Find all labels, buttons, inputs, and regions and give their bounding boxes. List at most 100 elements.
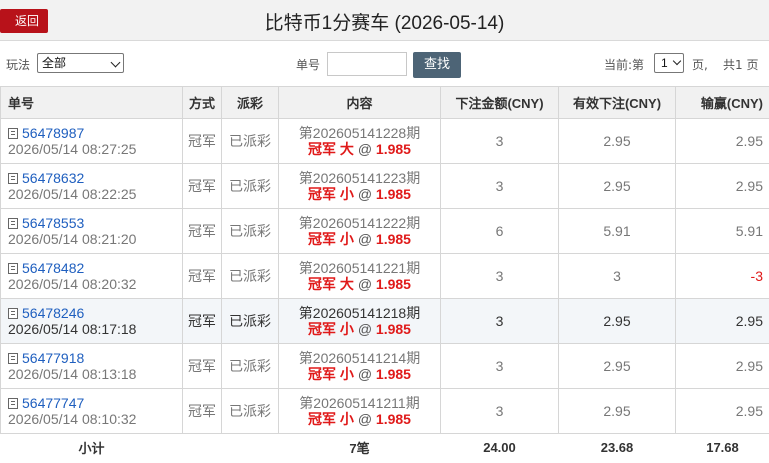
bet-selection: 冠军 小 [308, 321, 354, 337]
payout-cell: 已派彩 [221, 388, 279, 434]
chevron-down-icon [110, 57, 121, 68]
bet-records-table: 单号 方式 派彩 内容 下注金额(CNY) 有效下注(CNY) 输赢(CNY) … [0, 86, 769, 462]
table-row: 56478632 2026/05/14 08:22:25 冠军 已派彩 第2026051… [0, 163, 769, 209]
play-type-select[interactable]: 全部 [37, 53, 124, 73]
at-symbol: @ [357, 411, 373, 427]
bet-selection: 冠军 小 [308, 186, 354, 202]
method-cell: 冠军 [182, 118, 222, 164]
bet-amount-cell: 3 [440, 388, 559, 434]
order-number-link[interactable]: 56478246 [22, 305, 84, 321]
content-cell: 第202605141223期 冠军 小 @ 1.985 [278, 163, 441, 209]
subtotal-count: 7笔 [278, 433, 441, 462]
order-cell: 56477918 2026/05/14 08:13:18 [0, 343, 183, 389]
order-number-link[interactable]: 56478482 [22, 260, 84, 276]
content-cell: 第202605141222期 冠军 小 @ 1.985 [278, 208, 441, 254]
table-row: 56478987 2026/05/14 08:27:25 冠军 已派彩 第2026051… [0, 118, 769, 164]
issue-number: 第202605141228期 [298, 125, 421, 141]
win-loss-cell: 2.95 [675, 298, 769, 344]
valid-bet-cell: 2.95 [558, 343, 676, 389]
total-pages-label: 共1 页 [723, 58, 759, 72]
win-loss-cell: -3 [675, 253, 769, 299]
order-cell: 56478987 2026/05/14 08:27:25 [0, 118, 183, 164]
bet-detail: 冠军 大 @ 1.985 [279, 141, 440, 157]
col-header-content: 内容 [278, 86, 441, 119]
at-symbol: @ [357, 366, 373, 382]
chevron-down-icon [672, 56, 682, 66]
subtotal-label: 小计 [0, 433, 183, 462]
bet-amount-cell: 3 [440, 253, 559, 299]
odds-value: 1.985 [375, 276, 411, 292]
col-header-bet-amount: 下注金额(CNY) [440, 86, 559, 119]
odds-value: 1.985 [375, 231, 411, 247]
bet-selection: 冠军 大 [308, 276, 354, 292]
issue-number: 第202605141218期 [298, 305, 421, 321]
method-cell: 冠军 [182, 298, 222, 344]
win-loss-cell: 2.95 [675, 118, 769, 164]
order-number-link[interactable]: 56478553 [22, 215, 84, 231]
table-row: 56478246 2026/05/14 08:17:18 冠军 已派彩 第2026051… [0, 298, 769, 344]
play-type-label: 玩法 [6, 58, 31, 72]
odds-value: 1.985 [375, 141, 411, 157]
order-time: 2026/05/14 08:22:25 [8, 186, 137, 202]
order-number-link[interactable]: 56478632 [22, 170, 84, 186]
search-button[interactable]: 查找 [413, 52, 461, 78]
bet-selection: 冠军 小 [308, 366, 354, 382]
subtotal-bet-amount: 24.00 [440, 433, 559, 462]
table-header-row: 单号 方式 派彩 内容 下注金额(CNY) 有效下注(CNY) 输赢(CNY) [0, 86, 769, 119]
bet-detail: 冠军 小 @ 1.985 [279, 366, 440, 382]
odds-value: 1.985 [375, 186, 411, 202]
method-cell: 冠军 [182, 388, 222, 434]
bet-detail: 冠军 小 @ 1.985 [279, 231, 440, 247]
odds-value: 1.985 [375, 321, 411, 337]
table-row: 56478553 2026/05/14 08:21:20 冠军 已派彩 第2026051… [0, 208, 769, 254]
payout-cell: 已派彩 [221, 253, 279, 299]
order-time: 2026/05/14 08:20:32 [8, 276, 137, 292]
play-type-selected: 全部 [42, 56, 67, 70]
subtotal-valid-bet: 23.68 [558, 433, 676, 462]
issue-number: 第202605141214期 [298, 350, 421, 366]
document-icon [8, 173, 18, 184]
document-icon [8, 263, 18, 274]
order-number-label: 单号 [296, 58, 321, 72]
subtotal-empty [221, 433, 279, 462]
col-header-method: 方式 [182, 86, 222, 119]
col-header-order: 单号 [0, 86, 183, 119]
content-cell: 第202605141211期 冠军 小 @ 1.985 [278, 388, 441, 434]
content-cell: 第202605141228期 冠军 大 @ 1.985 [278, 118, 441, 164]
content-cell: 第202605141214期 冠军 小 @ 1.985 [278, 343, 441, 389]
payout-cell: 已派彩 [221, 118, 279, 164]
order-time: 2026/05/14 08:21:20 [8, 231, 137, 247]
table-row: 56478482 2026/05/14 08:20:32 冠军 已派彩 第2026051… [0, 253, 769, 299]
valid-bet-cell: 2.95 [558, 298, 676, 344]
valid-bet-cell: 3 [558, 253, 676, 299]
subtotal-row: 小计 7笔 24.00 23.68 17.68 [0, 433, 769, 462]
odds-value: 1.985 [375, 366, 411, 382]
method-cell: 冠军 [182, 343, 222, 389]
bet-detail: 冠军 小 @ 1.985 [279, 186, 440, 202]
order-number-link[interactable]: 56478987 [22, 125, 84, 141]
page-select[interactable]: 1 [654, 53, 684, 73]
valid-bet-cell: 2.95 [558, 388, 676, 434]
order-number-link[interactable]: 56477747 [22, 395, 84, 411]
valid-bet-cell: 5.91 [558, 208, 676, 254]
subtotal-win-loss: 17.68 [675, 433, 769, 462]
at-symbol: @ [357, 231, 373, 247]
bet-amount-cell: 3 [440, 118, 559, 164]
filter-bar: 玩法 全部 单号 查找 当前:第 1 页, 共1 页 [0, 41, 769, 86]
document-icon [8, 128, 18, 139]
page-title: 比特币1分赛车 (2026-05-14) [264, 13, 505, 34]
order-number-input[interactable] [327, 52, 407, 76]
order-number-link[interactable]: 56477918 [22, 350, 84, 366]
issue-number: 第202605141211期 [299, 395, 420, 411]
payout-cell: 已派彩 [221, 298, 279, 344]
page-unit-label: 页, [692, 58, 708, 72]
bet-amount-cell: 3 [440, 163, 559, 209]
table-row: 56477747 2026/05/14 08:10:32 冠军 已派彩 第2026051… [0, 388, 769, 434]
order-time: 2026/05/14 08:10:32 [8, 411, 137, 427]
document-icon [8, 353, 18, 364]
col-header-payout: 派彩 [221, 86, 279, 119]
order-cell: 56478246 2026/05/14 08:17:18 [0, 298, 183, 344]
method-cell: 冠军 [182, 208, 222, 254]
win-loss-cell: 2.95 [675, 343, 769, 389]
order-cell: 56477747 2026/05/14 08:10:32 [0, 388, 183, 434]
